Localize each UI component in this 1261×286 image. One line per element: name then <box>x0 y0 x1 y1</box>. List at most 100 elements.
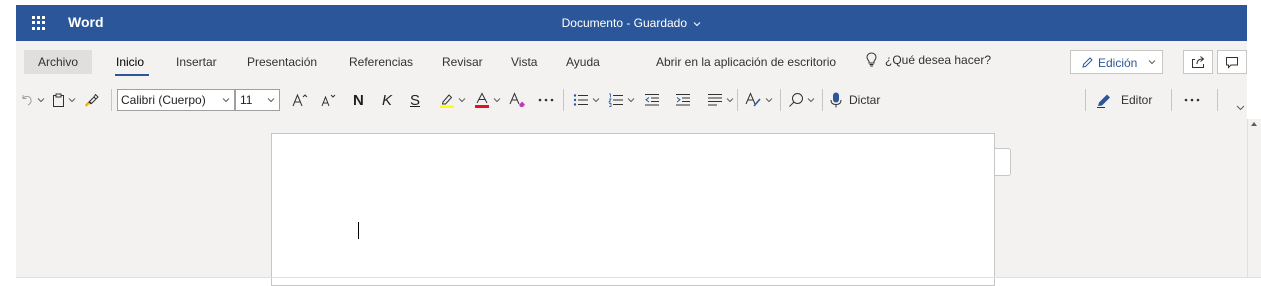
chevron-down-icon[interactable] <box>693 21 701 27</box>
bullet-list-icon <box>573 93 589 107</box>
format-painter-button[interactable] <box>84 88 99 112</box>
more-options-button[interactable] <box>1184 88 1200 112</box>
chevron-down-icon <box>1148 59 1156 65</box>
search-placeholder: ¿Qué desea hacer? <box>885 52 992 67</box>
align-left-icon <box>707 93 723 107</box>
chevron-down-icon[interactable] <box>807 97 815 103</box>
toolbar-separator <box>737 89 738 111</box>
tab-vista[interactable]: Vista <box>511 55 537 69</box>
paste-button[interactable] <box>52 88 76 112</box>
bold-button[interactable]: N <box>353 88 364 112</box>
tab-ayuda[interactable]: Ayuda <box>566 55 600 69</box>
dictate-label: Dictar <box>849 93 881 107</box>
clear-formatting-button[interactable] <box>509 88 527 112</box>
chevron-down-icon[interactable] <box>37 97 45 103</box>
shrink-font-icon <box>320 93 336 107</box>
comment-icon <box>1225 56 1239 69</box>
toolbar-separator <box>563 89 564 111</box>
styles-button[interactable] <box>745 88 773 112</box>
share-button[interactable] <box>1183 50 1213 74</box>
lightbulb-icon <box>866 52 877 67</box>
editor-button[interactable]: Editor <box>1096 88 1152 112</box>
more-font-options-button[interactable] <box>538 88 554 112</box>
pencil-icon <box>1081 56 1094 69</box>
chevron-down-icon <box>222 97 230 103</box>
vertical-scrollbar[interactable] <box>1247 119 1261 277</box>
toolbar-separator <box>1085 89 1086 111</box>
expand-ribbon-button[interactable] <box>1236 96 1245 120</box>
undo-button[interactable] <box>20 88 45 112</box>
dictate-button[interactable]: Dictar <box>830 88 880 112</box>
grow-font-icon <box>292 93 308 107</box>
increase-indent-icon <box>675 93 691 107</box>
toolbar-separator <box>1217 89 1218 111</box>
font-size-dropdown[interactable]: 11 <box>235 89 280 111</box>
font-size-value: 11 <box>240 93 253 107</box>
clipboard-icon <box>52 93 65 108</box>
alignment-button[interactable] <box>707 88 734 112</box>
chevron-down-icon[interactable] <box>592 97 600 103</box>
tab-presentacion[interactable]: Presentación <box>247 55 317 69</box>
numbering-button[interactable] <box>608 88 635 112</box>
tab-revisar[interactable]: Revisar <box>442 55 483 69</box>
document-title[interactable]: Documento - Guardado <box>16 16 1247 30</box>
ellipsis-icon <box>538 98 554 102</box>
share-icon <box>1191 55 1206 69</box>
font-color-icon <box>474 92 490 108</box>
font-color-button[interactable] <box>474 88 501 112</box>
ellipsis-icon <box>1184 98 1200 102</box>
search-icon <box>788 92 804 108</box>
ribbon: Archivo Inicio Insertar Presentación Ref… <box>16 41 1247 120</box>
font-name-value: Calibri (Cuerpo) <box>121 93 206 107</box>
window-bottom-border <box>16 277 1261 278</box>
tab-archivo[interactable]: Archivo <box>38 55 78 69</box>
toolbar-separator <box>822 89 823 111</box>
editor-pen-icon <box>1096 92 1113 108</box>
decrease-indent-icon <box>644 93 660 107</box>
editing-mode-label: Edición <box>1098 56 1138 70</box>
chevron-down-icon <box>267 97 275 103</box>
font-name-dropdown[interactable]: Calibri (Cuerpo) <box>117 89 235 111</box>
toolbar-separator <box>780 89 781 111</box>
find-button[interactable] <box>788 88 815 112</box>
microphone-icon <box>830 92 842 108</box>
tab-inicio[interactable]: Inicio <box>116 55 144 69</box>
highlight-color-button[interactable] <box>439 88 466 112</box>
chevron-down-icon[interactable] <box>765 97 773 103</box>
chevron-down-icon[interactable] <box>627 97 635 103</box>
scroll-up-icon[interactable] <box>1251 122 1257 126</box>
editing-mode-button[interactable]: Edición <box>1070 50 1163 74</box>
clear-formatting-icon <box>509 92 527 108</box>
comments-button[interactable] <box>1217 50 1247 74</box>
toolbar-separator <box>1171 89 1172 111</box>
search-box[interactable]: ¿Qué desea hacer? <box>866 52 991 67</box>
document-page[interactable] <box>271 133 995 286</box>
open-desktop-app-link[interactable]: Abrir en la aplicación de escritorio <box>656 55 836 69</box>
text-cursor <box>358 222 359 239</box>
page-side-tab[interactable] <box>995 148 1011 176</box>
italic-button[interactable]: K <box>382 88 392 112</box>
format-painter-icon <box>84 93 99 107</box>
underline-button[interactable]: S <box>410 88 420 112</box>
chevron-down-icon <box>1236 105 1245 111</box>
editor-label: Editor <box>1121 93 1153 107</box>
bullets-button[interactable] <box>573 88 600 112</box>
increase-indent-button[interactable] <box>675 88 691 112</box>
shrink-font-button[interactable] <box>320 88 336 112</box>
chevron-down-icon[interactable] <box>493 97 501 103</box>
styles-icon <box>745 92 762 108</box>
title-bar: Word Documento - Guardado <box>16 5 1247 41</box>
grow-font-button[interactable] <box>292 88 308 112</box>
chevron-down-icon[interactable] <box>726 97 734 103</box>
numbered-list-icon <box>608 93 624 107</box>
document-title-text[interactable]: Documento - Guardado <box>562 16 687 30</box>
tab-referencias[interactable]: Referencias <box>349 55 413 69</box>
tab-insertar[interactable]: Insertar <box>176 55 217 69</box>
chevron-down-icon[interactable] <box>458 97 466 103</box>
undo-icon <box>20 93 34 107</box>
toolbar-separator <box>111 89 112 111</box>
highlighter-icon <box>439 92 455 108</box>
chevron-down-icon[interactable] <box>68 97 76 103</box>
active-tab-indicator <box>115 74 149 76</box>
decrease-indent-button[interactable] <box>644 88 660 112</box>
